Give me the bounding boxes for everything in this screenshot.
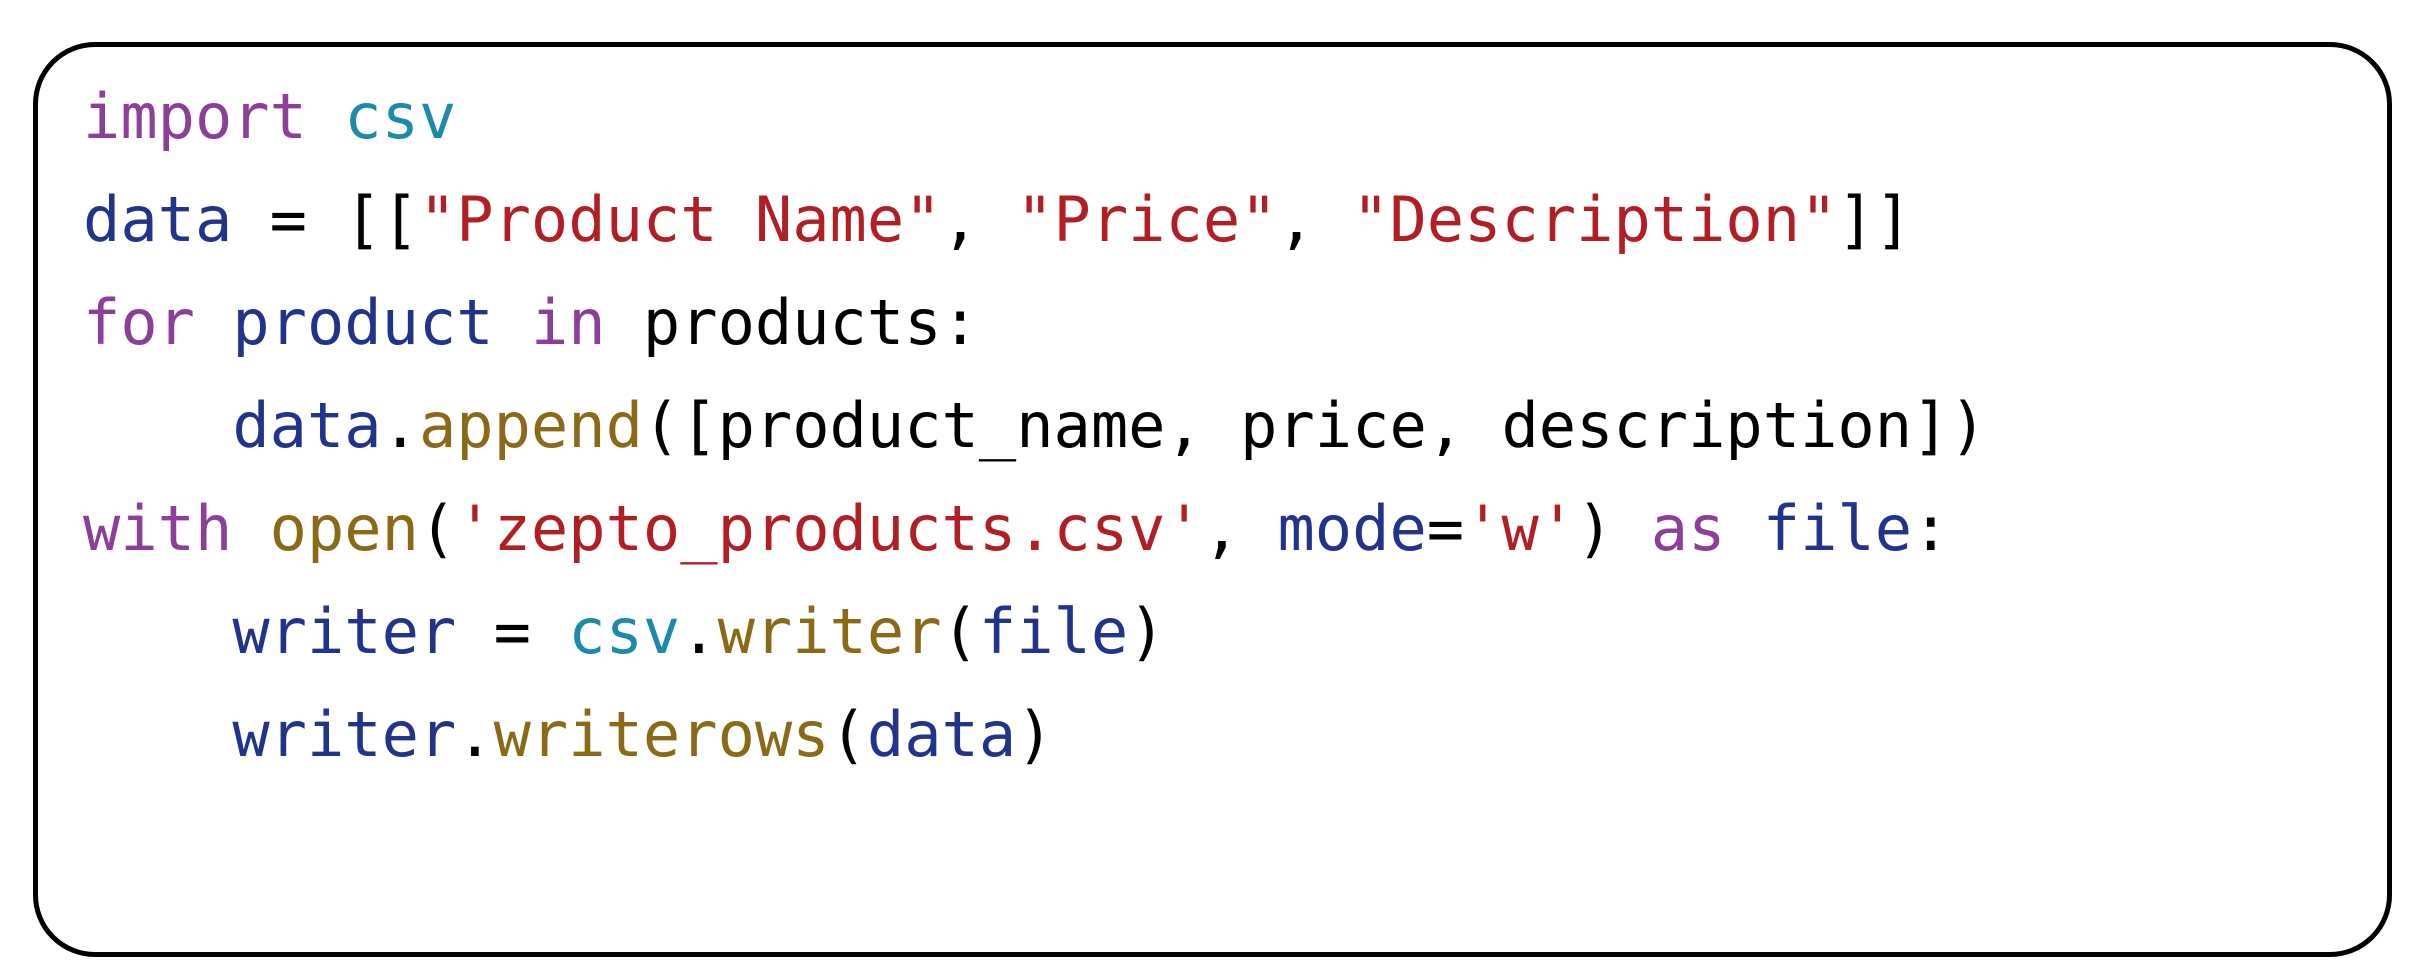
code-token-plain: , [1277,183,1353,256]
code-line: with open('zepto_products.csv', mode='w'… [83,477,1987,580]
code-token-string: 'w' [1464,492,1577,565]
code-block[interactable]: import csv data = [["Product Name", "Pric… [83,65,1987,786]
code-token-module: csv [568,595,681,668]
code-token-plain: . [680,595,718,668]
code-token-plain: ) [1016,698,1054,771]
code-token-plain: , [941,183,1017,256]
code-token-string: "Price" [1016,183,1278,256]
code-token-plain: = [456,595,569,668]
code-token-plain: , [1202,492,1278,565]
code-token-name: writer [232,698,457,771]
code-line: data = [["Product Name", "Price", "Descr… [83,168,1987,271]
code-token-function: open [269,492,419,565]
code-token-function: writer [717,595,942,668]
code-token-name: data [83,183,233,256]
code-token-plain: ]] [1837,183,1913,256]
code-token-plain: ( [829,698,867,771]
code-token-module: csv [344,80,457,153]
code-token-name: file [1762,492,1913,565]
code-token-plain: ) [1128,595,1166,668]
code-token-name: writer [232,595,457,668]
code-token-name: product [232,286,494,359]
code-token-function: append [418,389,643,462]
code-token-plain: : [1912,492,1950,565]
code-token-keyword: for [83,286,195,359]
code-token-name: mode [1277,492,1427,565]
code-token-plain: . [381,389,419,462]
code-line: writer = csv.writer(file) [83,580,1987,683]
code-token-name: data [866,698,1017,771]
code-token-keyword: in [530,286,606,359]
code-token-plain: products: [605,286,979,359]
code-line: writer.writerows(data) [83,683,1987,786]
code-line: import csv [83,65,1987,168]
code-token-plain: ([product_name, price, description]) [642,389,1987,462]
code-token-plain: ) [1576,492,1651,565]
code-token-keyword: as [1650,492,1726,565]
code-token-plain: = [1426,492,1465,565]
code-token-string: "Description" [1352,183,1838,256]
code-token-string: 'zepto_products.csv' [456,492,1203,565]
code-token-name: file [978,595,1129,668]
code-token-plain: = [[ [232,183,419,256]
code-token-keyword: with [83,492,233,565]
code-line: data.append([product_name, price, descri… [83,374,1987,477]
code-token-name: data [232,389,382,462]
code-token-plain: ( [418,492,457,565]
code-token-plain: . [456,698,494,771]
code-token-string: "Product Name" [418,183,942,256]
code-line: for product in products: [83,271,1987,374]
code-snippet-card: import csv data = [["Product Name", "Pric… [33,42,2392,957]
code-token-plain: ( [941,595,979,668]
code-token-keyword: import [83,80,307,153]
code-token-function: writerows [493,698,830,771]
